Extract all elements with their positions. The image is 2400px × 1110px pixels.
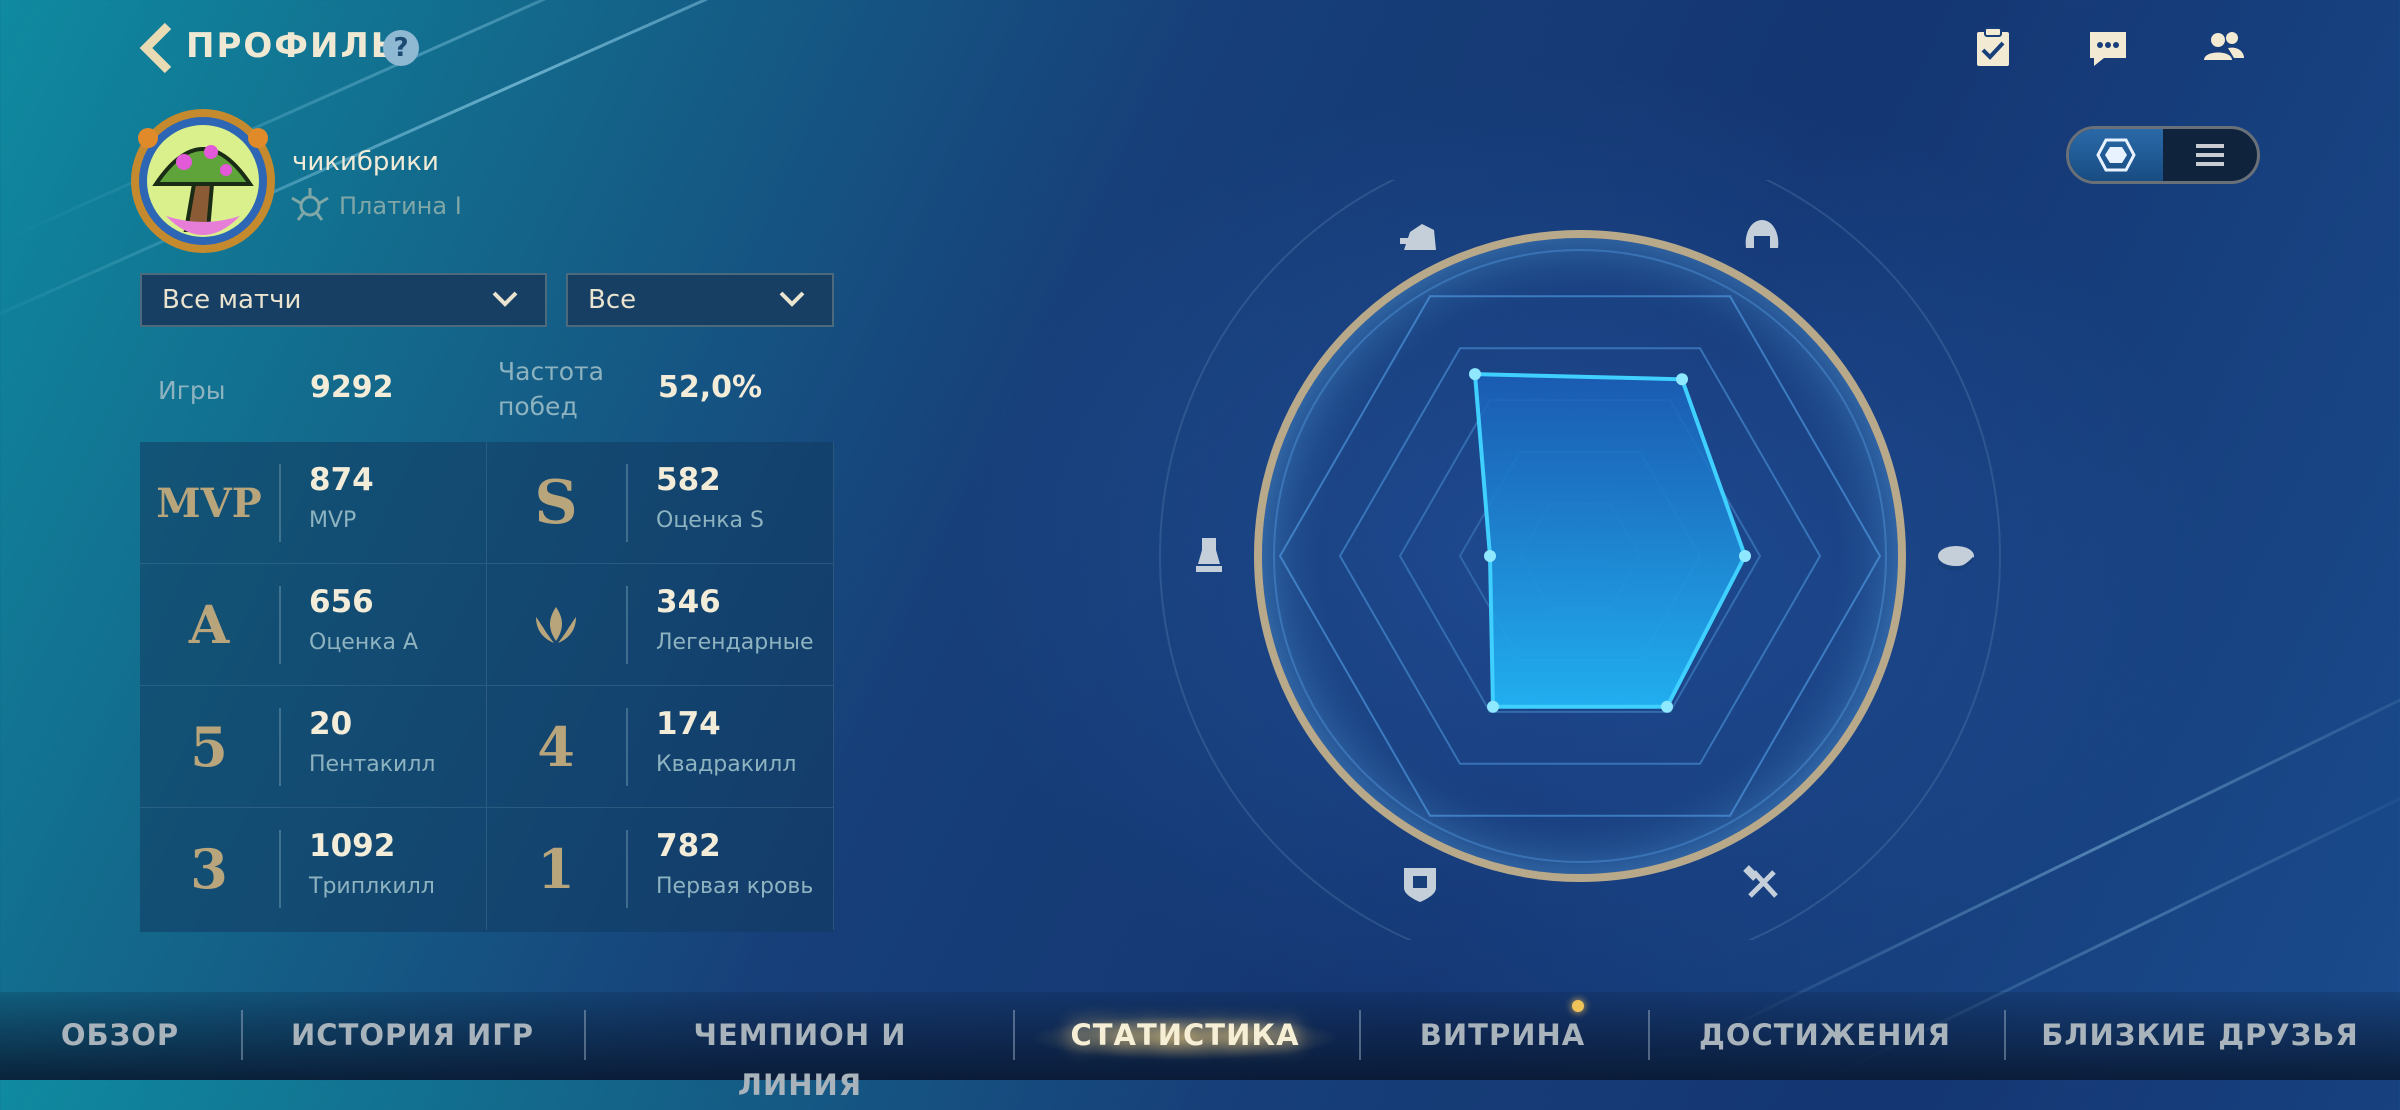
radar-chart xyxy=(1159,180,2001,940)
games-value: 9292 xyxy=(310,370,394,405)
back-chevron-icon[interactable] xyxy=(138,22,174,74)
radar-vertex-point xyxy=(1739,550,1751,562)
stats-grid: MVP 874 MVP S 582 Оценка S A 656 Оценка … xyxy=(140,442,834,932)
list-view-icon[interactable] xyxy=(2163,129,2257,181)
chevron-down-icon xyxy=(779,291,805,307)
radar-view-icon[interactable] xyxy=(2069,129,2163,181)
username: чикибрики xyxy=(292,147,439,177)
stat-label: Триплкилл xyxy=(309,874,435,899)
tab-overview[interactable]: ОБЗОР xyxy=(50,1010,190,1060)
stat-legendary: 346 Легендарные xyxy=(487,564,834,686)
stat-value: 656 xyxy=(309,584,374,620)
stat-value: 874 xyxy=(309,462,374,498)
tab-close-friends[interactable]: БЛИЗКИЕ ДРУЗЬЯ xyxy=(2040,1010,2360,1060)
mushroom-avatar-icon[interactable] xyxy=(126,104,280,258)
clipboard-check-icon[interactable] xyxy=(1971,26,2015,70)
grade-s-icon: S xyxy=(534,468,578,538)
games-label: Игры xyxy=(158,376,226,405)
tab-match-history[interactable]: ИСТОРИЯ ИГР xyxy=(280,1010,545,1060)
stat-pentakill: 5 20 Пентакилл xyxy=(140,686,487,808)
stat-grade-a: A 656 Оценка A xyxy=(140,564,487,686)
stat-label: Легендарные xyxy=(656,630,814,655)
stat-label: Первая кровь xyxy=(656,874,814,899)
stat-label: Оценка S xyxy=(656,508,764,533)
stat-label: MVP xyxy=(309,508,357,533)
friends-icon[interactable] xyxy=(2202,26,2246,70)
notification-dot xyxy=(1572,1000,1584,1012)
tab-achievements[interactable]: ДОСТИЖЕНИЯ xyxy=(1690,1010,1960,1060)
stat-value: 582 xyxy=(656,462,721,498)
tab-champion-lane[interactable]: ЧЕМПИОН И ЛИНИЯ xyxy=(630,1010,970,1102)
stat-value: 20 xyxy=(309,706,353,742)
chess-icon xyxy=(1196,538,1222,572)
winrate-label-line2: побед xyxy=(498,392,578,421)
stat-value: 782 xyxy=(656,828,721,864)
shield-icon xyxy=(1404,868,1436,902)
stat-first-blood: 1 782 Первая кровь xyxy=(487,808,834,930)
chevron-down-icon xyxy=(492,291,518,307)
mage-helmet-icon xyxy=(1745,220,1779,248)
radar-vertex-point xyxy=(1661,700,1673,713)
champion-filter-select[interactable]: Все xyxy=(566,273,834,327)
help-icon[interactable]: ? xyxy=(383,30,419,66)
radar-vertex-point xyxy=(1487,700,1499,713)
first-blood-icon: 1 xyxy=(537,837,575,901)
grade-a-icon: A xyxy=(188,594,230,656)
rank-label: Платина I xyxy=(339,192,462,220)
tools-icon xyxy=(1743,865,1778,898)
view-toggle[interactable] xyxy=(2066,126,2260,184)
stat-value: 1092 xyxy=(309,828,396,864)
legendary-crown-icon xyxy=(487,564,625,686)
stat-grade-s: S 582 Оценка S xyxy=(487,442,834,564)
winrate-value: 52,0% xyxy=(658,370,763,405)
radar-vertex-point xyxy=(1484,550,1496,562)
stat-label: Пентакилл xyxy=(309,752,436,777)
stat-quadrakill: 4 174 Квадракилл xyxy=(487,686,834,808)
quadrakill-icon: 4 xyxy=(537,715,575,779)
stat-mvp: MVP 874 MVP xyxy=(140,442,487,564)
radar-vertex-point xyxy=(1676,373,1688,386)
page-title: ПРОФИЛЬ xyxy=(186,26,399,66)
mvp-icon: MVP xyxy=(156,479,262,527)
radar-vertex-point xyxy=(1469,368,1481,381)
pentakill-icon: 5 xyxy=(190,715,228,779)
stat-label: Оценка A xyxy=(309,630,419,655)
triplekill-icon: 3 xyxy=(190,837,228,901)
stat-label: Квадракилл xyxy=(656,752,797,777)
tab-showcase[interactable]: ВИТРИНА xyxy=(1400,1010,1605,1060)
match-type-value: Все матчи xyxy=(162,285,302,315)
match-type-select[interactable]: Все матчи xyxy=(140,273,547,327)
stat-value: 174 xyxy=(656,706,721,742)
champion-filter-value: Все xyxy=(588,285,637,315)
winrate-label-line1: Частота xyxy=(498,357,604,386)
fighter-icon xyxy=(1400,224,1436,250)
stat-triplekill: 3 1092 Триплкилл xyxy=(140,808,487,930)
chat-icon[interactable] xyxy=(2086,26,2130,70)
tab-statistics[interactable]: СТАТИСТИКА xyxy=(1060,1010,1310,1060)
platinum-emblem-icon xyxy=(291,188,329,221)
ward-icon xyxy=(1937,546,1976,571)
stat-value: 346 xyxy=(656,584,721,620)
